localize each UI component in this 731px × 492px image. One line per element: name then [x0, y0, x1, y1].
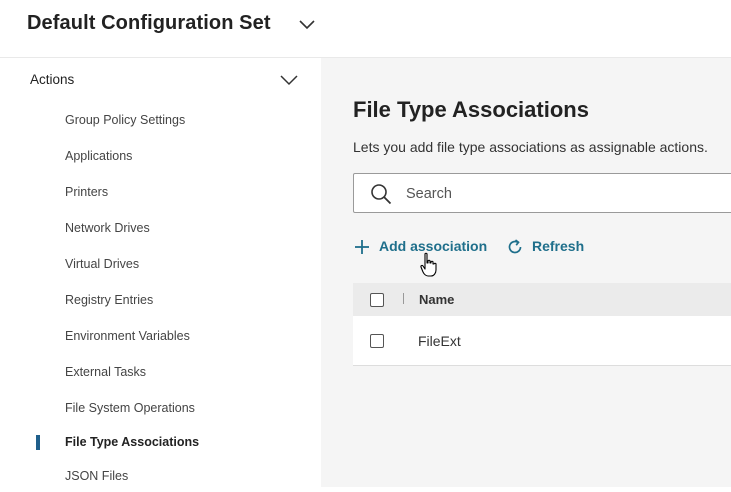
sidebar-item-network-drives[interactable]: Network Drives [0, 214, 321, 244]
refresh-button[interactable]: Refresh [506, 236, 586, 258]
refresh-label: Refresh [532, 238, 585, 254]
configuration-set-title: Default Configuration Set [27, 12, 271, 34]
sidebar-item-group-policy-settings[interactable]: Group Policy Settings [0, 106, 321, 136]
sidebar: Actions Group Policy Settings Applicatio… [0, 58, 321, 487]
refresh-icon [506, 238, 524, 256]
search-box[interactable] [353, 173, 731, 213]
active-indicator [36, 435, 40, 450]
associations-table: Name FileExt [353, 283, 731, 366]
sidebar-item-file-system-operations[interactable]: File System Operations [0, 394, 321, 424]
table-header: Name [353, 283, 731, 317]
add-association-button[interactable]: Add association [353, 236, 488, 258]
sidebar-item-label: Printers [65, 185, 109, 199]
section-label: Actions [30, 72, 75, 87]
chevron-down-icon[interactable] [297, 15, 317, 35]
search-input[interactable] [404, 180, 731, 208]
page-title: File Type Associations [353, 97, 589, 122]
plus-icon [353, 238, 371, 256]
sidebar-item-external-tasks[interactable]: External Tasks [0, 358, 321, 388]
search-icon [370, 183, 392, 205]
sidebar-item-applications[interactable]: Applications [0, 142, 321, 172]
chevron-down-icon[interactable] [278, 69, 300, 91]
sidebar-item-json-files[interactable]: JSON Files [0, 462, 321, 492]
sidebar-section-actions[interactable]: Actions [0, 66, 321, 94]
column-header-name[interactable]: Name [419, 292, 454, 307]
sidebar-item-label: External Tasks [65, 365, 147, 379]
table-row[interactable]: FileExt [353, 316, 731, 366]
column-separator [403, 293, 404, 304]
select-all-checkbox[interactable] [370, 293, 384, 307]
sidebar-item-label: Network Drives [65, 221, 150, 235]
sidebar-item-printers[interactable]: Printers [0, 178, 321, 208]
sidebar-item-label: Environment Variables [65, 329, 190, 343]
sidebar-item-label: File Type Associations [65, 435, 200, 449]
sidebar-item-file-type-associations[interactable]: File Type Associations [0, 428, 321, 458]
add-association-label: Add association [379, 238, 488, 254]
sidebar-item-label: JSON Files [65, 469, 129, 483]
sidebar-item-registry-entries[interactable]: Registry Entries [0, 286, 321, 316]
sidebar-item-label: Group Policy Settings [65, 113, 186, 127]
page-description: Lets you add file type associations as a… [353, 139, 708, 155]
sidebar-item-label: Applications [65, 149, 133, 163]
sidebar-item-label: Virtual Drives [65, 257, 140, 271]
row-name-cell: FileExt [418, 333, 461, 349]
main-content: File Type Associations Lets you add file… [321, 58, 731, 487]
row-checkbox[interactable] [370, 334, 384, 348]
sidebar-item-label: Registry Entries [65, 293, 154, 307]
sidebar-item-label: File System Operations [65, 401, 195, 415]
sidebar-item-environment-variables[interactable]: Environment Variables [0, 322, 321, 352]
top-bar: Default Configuration Set [0, 0, 731, 58]
sidebar-item-virtual-drives[interactable]: Virtual Drives [0, 250, 321, 280]
